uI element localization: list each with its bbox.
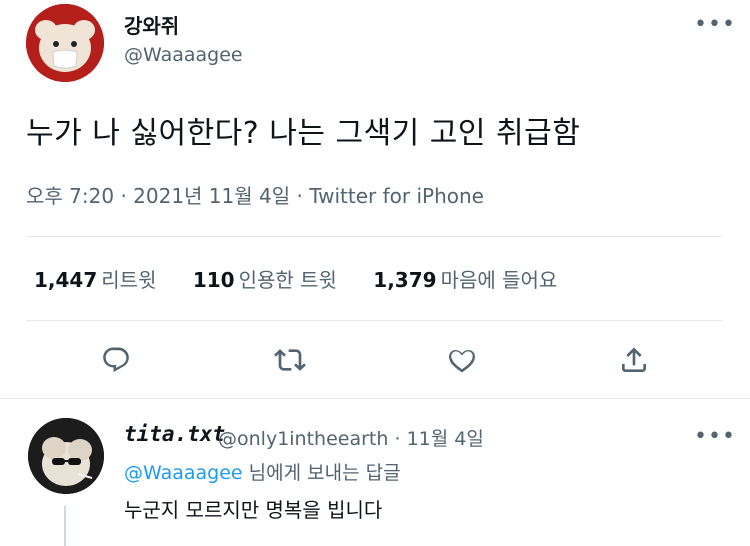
retweets-stat[interactable]: 1,447 리트윗 (34, 268, 156, 292)
reply-display-name[interactable]: tita.txt (124, 422, 225, 446)
likes-stat[interactable]: 1,379 마음에 들어요 (373, 268, 557, 292)
tweet-date[interactable]: 2021년 11월 4일 (133, 184, 290, 208)
tweet-text: 누가 나 싫어한다? 나는 그색기 고인 취급함 (26, 116, 581, 151)
reply-more-options-icon[interactable]: ••• (694, 426, 736, 448)
like-button[interactable] (442, 340, 482, 380)
more-options-icon[interactable]: ••• (694, 14, 736, 36)
thread-line (64, 506, 66, 546)
reply-icon (103, 347, 129, 372)
tweet-source[interactable]: Twitter for iPhone (309, 184, 484, 208)
quotes-count: 110 (192, 268, 235, 292)
reply-handle[interactable]: @only1intheearth (218, 428, 388, 450)
like-icon (449, 349, 475, 373)
share-icon (622, 347, 646, 372)
replying-suffix: 님에게 보내는 답글 (242, 462, 401, 484)
display-name[interactable]: 강와쥐 (124, 10, 179, 39)
meta-separator: · (120, 184, 127, 208)
retweet-button[interactable] (270, 340, 310, 380)
retweet-icon (274, 349, 306, 371)
reply-text: 누군지 모르지만 명복을 빕니다 (124, 498, 383, 522)
divider (26, 236, 722, 237)
quotes-stat[interactable]: 110 인용한 트윗 (193, 268, 337, 292)
tweet-time[interactable]: 오후 7:20 (26, 184, 114, 208)
quotes-label: 인용한 트윗 (238, 268, 337, 292)
meta-separator: · (296, 184, 303, 208)
replying-to: @Waaaagee 님에게 보내는 답글 (124, 458, 401, 485)
retweets-count: 1,447 (34, 268, 98, 292)
likes-count: 1,379 (373, 268, 437, 292)
reply-date[interactable]: 11월 4일 (407, 428, 484, 450)
meta-separator: · (394, 428, 401, 450)
reply-meta: @only1intheearth · 11월 4일 (218, 424, 484, 451)
tweet-stats: 1,447 리트윗 110 인용한 트윗 1,379 마음에 들어요 (34, 264, 587, 293)
likes-label: 마음에 들어요 (440, 268, 558, 292)
reply-avatar-image (28, 418, 104, 494)
reply-button[interactable] (96, 340, 136, 380)
user-handle[interactable]: @Waaaagee (124, 44, 243, 66)
divider (0, 398, 750, 399)
divider (26, 320, 722, 321)
tweet-meta: 오후 7:20 · 2021년 11월 4일 · Twitter for iPh… (26, 180, 484, 209)
avatar-image (26, 4, 104, 82)
replying-mention[interactable]: @Waaaagee (124, 462, 243, 484)
reply-avatar[interactable] (28, 418, 104, 494)
share-button[interactable] (614, 340, 654, 380)
retweets-label: 리트윗 (101, 268, 157, 292)
avatar[interactable] (26, 4, 104, 82)
